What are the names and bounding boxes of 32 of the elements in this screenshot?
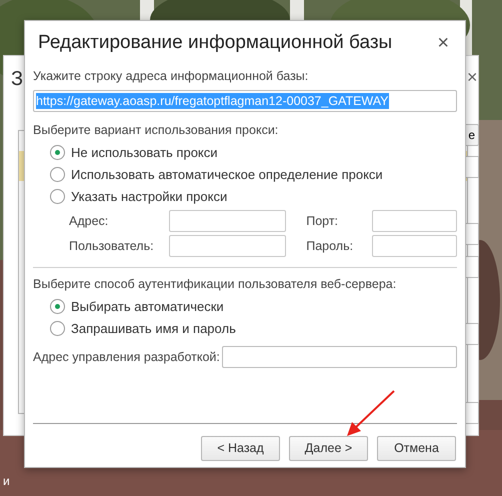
radio-label: Использовать автоматическое определение прокси [71, 166, 383, 184]
field-label: Адрес: [68, 212, 110, 230]
dialog-button[interactable]: < Назад [201, 436, 280, 461]
input-field[interactable] [372, 235, 457, 257]
window-title: Редактирование информационной базы [37, 30, 392, 55]
field-label: Порт: [305, 212, 340, 230]
radio-label: Не использовать прокси [71, 144, 218, 162]
field-value: https://gateway.aoasp.ru/fregatoptflagman12-00037_GATEWAY [36, 92, 389, 109]
radio-button[interactable] [50, 167, 65, 182]
input-field[interactable] [169, 210, 286, 232]
input-field[interactable] [372, 210, 457, 232]
desktop-label: и [3, 473, 10, 490]
radio-label: Указать настройки прокси [71, 188, 228, 206]
radio-button[interactable] [50, 145, 65, 160]
close-button[interactable]: × [437, 28, 457, 58]
window-title: З [11, 67, 24, 92]
radio-button[interactable] [50, 320, 65, 336]
field-label: Укажите строку адреса информационной базы: [33, 68, 310, 85]
close-button[interactable]: × [467, 64, 478, 91]
section-label: Выберите вариант использования прокси: [33, 122, 280, 139]
radio-button[interactable] [50, 189, 65, 204]
field-label: Адрес управления разработкой: [33, 348, 220, 366]
field-label: Пароль: [305, 238, 354, 255]
field-label: Пользователь: [68, 238, 155, 255]
radio-button[interactable] [50, 298, 65, 314]
input-field[interactable] [169, 235, 286, 257]
section-label: Выберите способ аутентификации пользователя веб-сервера: [33, 276, 398, 293]
radio-label: Запрашивать имя и пароль [71, 320, 236, 338]
dialog-button[interactable]: Отмена [377, 436, 456, 461]
input-field[interactable] [222, 346, 457, 368]
radio-label: Выбирать автоматически [71, 298, 224, 316]
dialog-button[interactable]: Далее > [289, 436, 368, 461]
